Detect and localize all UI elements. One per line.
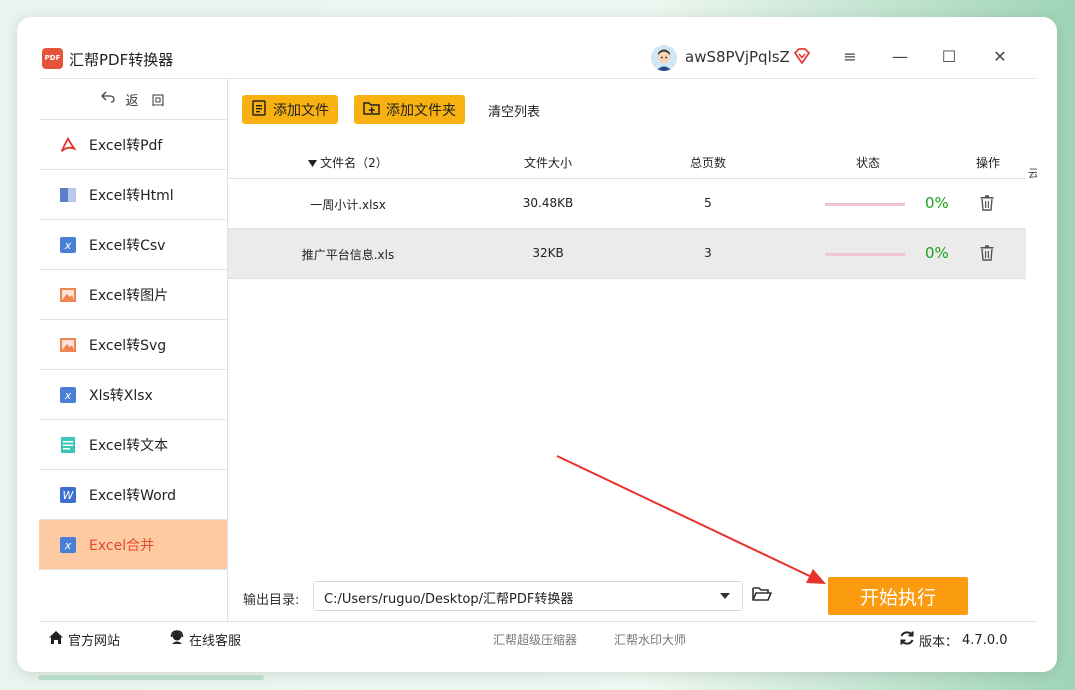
svg-text:W: W — [63, 489, 75, 502]
svg-text:x: x — [64, 239, 72, 252]
folder-add-icon — [363, 100, 380, 120]
excel-icon: x — [59, 536, 77, 554]
sidebar-item-excel-merge[interactable]: x Excel合并 — [39, 520, 227, 570]
sidebar: 返 回 Excel转Pdf Excel转Html x Excel转Csv Exc… — [39, 79, 228, 621]
title-bar: PDF 汇帮PDF转换器 awS8PVjPqlsZ ≡ — ☐ ✕ — [17, 17, 1057, 77]
back-label: 返 回 — [125, 93, 165, 109]
version-number: 4.7.0.0 — [962, 632, 1008, 648]
version-label: 版本： — [919, 634, 959, 650]
official-site-link[interactable]: 官方网站 — [48, 630, 120, 649]
cut-off-header: 云 — [1028, 167, 1037, 180]
sort-desc-icon — [308, 156, 318, 170]
html-icon — [59, 186, 77, 204]
add-file-label: 添加文件 — [273, 102, 329, 119]
page-count: 3 — [704, 246, 712, 260]
progress-bar — [825, 253, 905, 256]
word-icon: W — [59, 486, 77, 504]
sidebar-item-excel-to-word[interactable]: W Excel转Word — [39, 470, 227, 520]
sidebar-item-label: Excel转Svg — [89, 337, 167, 354]
output-dir-label: 输出目录: — [243, 593, 300, 608]
sidebar-item-xls-to-xlsx[interactable]: x Xls转Xlsx — [39, 370, 227, 420]
table-row[interactable]: 推广平台信息.xls 32KB 3 0% — [228, 229, 1026, 279]
official-site-label: 官方网站 — [68, 634, 121, 649]
action-column-header: 操作 — [975, 156, 1000, 170]
pages-column-header: 总页数 — [689, 156, 726, 170]
refresh-icon — [899, 630, 915, 650]
file-size: 32KB — [532, 246, 564, 260]
file-name: 推广平台信息.xls — [301, 248, 395, 262]
vip-diamond-icon[interactable] — [793, 48, 811, 65]
menu-icon[interactable]: ≡ — [840, 47, 860, 67]
sidebar-item-excel-to-svg[interactable]: Excel转Svg — [39, 320, 227, 370]
progress-bar — [825, 203, 905, 206]
text-icon — [59, 436, 77, 454]
sidebar-item-label: Xls转Xlsx — [89, 387, 153, 404]
app-title: 汇帮PDF转换器 — [69, 51, 174, 69]
add-file-button[interactable]: 添加文件 — [242, 95, 338, 124]
background-accent — [38, 675, 264, 680]
version-info[interactable]: 版本： 4.7.0.0 — [899, 630, 1008, 650]
divider — [39, 621, 1037, 622]
delete-icon[interactable] — [980, 195, 994, 211]
image-icon — [59, 286, 77, 304]
sidebar-item-label: Excel转Csv — [89, 237, 166, 254]
watermark-tool-link[interactable]: 汇帮水印大师 — [614, 631, 686, 648]
output-dir-select[interactable]: C:/Users/ruguo/Desktop/汇帮PDF转换器 — [313, 581, 743, 611]
output-dir-value: C:/Users/ruguo/Desktop/汇帮PDF转换器 — [324, 592, 574, 607]
size-column-header: 文件大小 — [523, 156, 572, 170]
filename-header-label: 文件名（2） — [320, 156, 388, 170]
progress-percent: 0% — [925, 244, 949, 262]
chevron-down-icon — [720, 593, 730, 599]
sidebar-item-excel-to-pdf[interactable]: Excel转Pdf — [39, 120, 227, 170]
file-size: 30.48KB — [522, 196, 574, 210]
file-table-header: 文件名（2） 文件大小 总页数 状态 操作 — [228, 145, 1026, 179]
app-window: PDF 汇帮PDF转换器 awS8PVjPqlsZ ≡ — ☐ ✕ 返 回 Ex… — [17, 17, 1057, 672]
browse-folder-icon[interactable] — [752, 585, 772, 603]
avatar[interactable] — [651, 45, 677, 71]
progress-percent: 0% — [925, 194, 949, 212]
sidebar-item-label: Excel转Pdf — [89, 137, 163, 154]
back-arrow-icon — [101, 91, 116, 107]
home-icon — [48, 630, 64, 649]
sidebar-item-excel-to-csv[interactable]: x Excel转Csv — [39, 220, 227, 270]
sidebar-item-label: Excel合并 — [89, 537, 155, 554]
add-folder-button[interactable]: 添加文件夹 — [354, 95, 465, 124]
back-button[interactable]: 返 回 — [39, 79, 227, 120]
sidebar-item-label: Excel转Html — [89, 187, 174, 204]
app-logo: PDF — [42, 48, 63, 69]
sidebar-item-label: Excel转文本 — [89, 437, 169, 454]
excel-icon: x — [59, 236, 77, 254]
username[interactable]: awS8PVjPqlsZ — [685, 48, 790, 66]
pdf-icon — [59, 136, 77, 154]
start-button[interactable]: 开始执行 — [828, 577, 968, 615]
maximize-button[interactable]: ☐ — [939, 47, 959, 67]
file-list-icon — [251, 99, 267, 120]
page-count: 5 — [704, 196, 712, 210]
sidebar-item-excel-to-image[interactable]: Excel转图片 — [39, 270, 227, 320]
filename-column-header[interactable]: 文件名（2） — [288, 154, 408, 171]
add-folder-label: 添加文件夹 — [386, 102, 456, 119]
compress-tool-link[interactable]: 汇帮超级压缩器 — [493, 631, 577, 648]
table-row[interactable]: 一周小计.xlsx 30.48KB 5 0% — [228, 179, 1026, 229]
online-service-link[interactable]: 在线客服 — [169, 630, 241, 649]
file-name: 一周小计.xlsx — [310, 198, 386, 212]
svg-text:x: x — [64, 389, 72, 402]
svg-text:x: x — [64, 539, 72, 552]
minimize-button[interactable]: — — [890, 47, 910, 67]
close-button[interactable]: ✕ — [990, 47, 1010, 67]
sidebar-item-excel-to-text[interactable]: Excel转文本 — [39, 420, 227, 470]
online-service-label: 在线客服 — [189, 634, 242, 649]
status-column-header: 状态 — [855, 156, 880, 170]
clear-list-button[interactable]: 清空列表 — [488, 101, 540, 120]
headset-icon — [169, 630, 185, 649]
image-icon — [59, 336, 77, 354]
delete-icon[interactable] — [980, 245, 994, 261]
excel-icon: x — [59, 386, 77, 404]
sidebar-item-label: Excel转Word — [89, 487, 177, 504]
sidebar-item-excel-to-html[interactable]: Excel转Html — [39, 170, 227, 220]
sidebar-item-label: Excel转图片 — [89, 287, 169, 304]
